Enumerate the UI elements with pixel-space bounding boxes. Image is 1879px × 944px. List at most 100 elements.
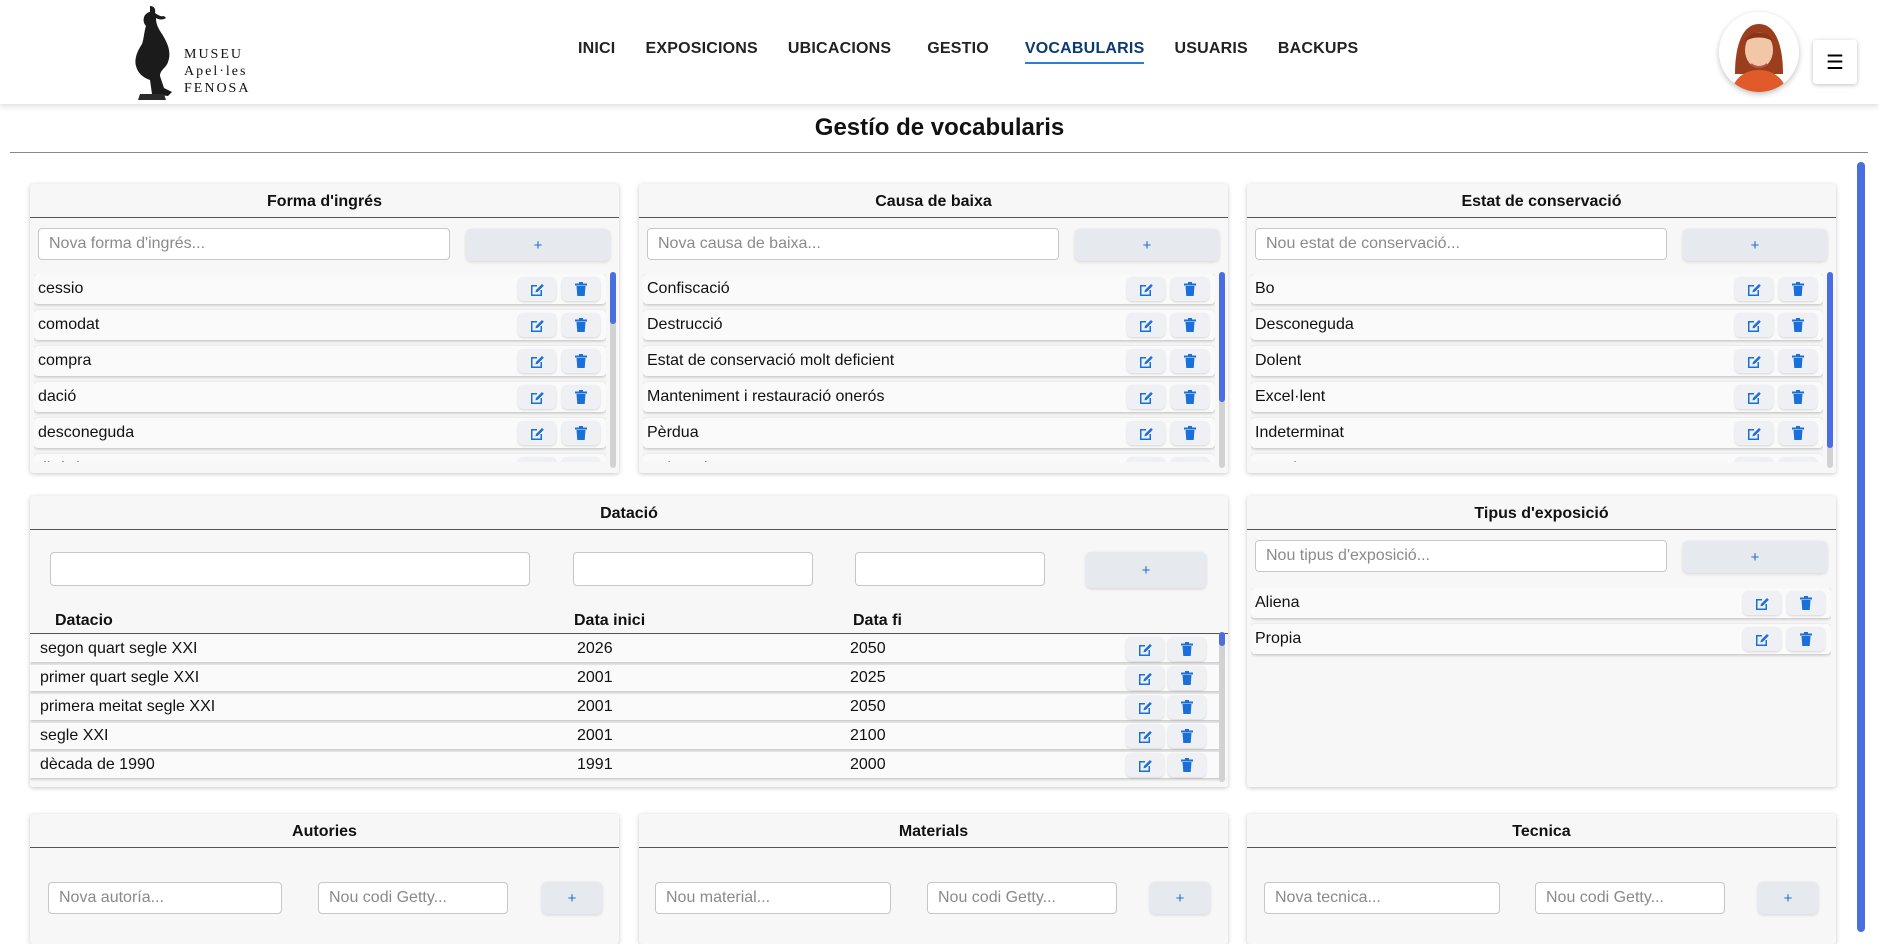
edit-button[interactable] xyxy=(1743,591,1781,615)
user-photo-icon xyxy=(1719,12,1799,92)
forma-list-scrollbar[interactable] xyxy=(610,272,616,468)
delete-button[interactable] xyxy=(1171,313,1209,337)
delete-button[interactable] xyxy=(1779,313,1817,337)
edit-button[interactable] xyxy=(1735,385,1773,409)
delete-button[interactable] xyxy=(1168,695,1206,719)
edit-button[interactable] xyxy=(1127,349,1165,373)
edit-button[interactable] xyxy=(1735,277,1773,301)
tecnica-getty-code-input[interactable] xyxy=(1535,882,1725,914)
new-forma-input[interactable] xyxy=(38,228,450,260)
delete-button[interactable] xyxy=(1779,457,1817,462)
delete-button[interactable] xyxy=(562,457,600,462)
delete-button[interactable] xyxy=(1779,349,1817,373)
delete-button[interactable] xyxy=(562,421,600,445)
trash-icon xyxy=(1800,632,1812,646)
datacio-input[interactable] xyxy=(50,552,530,586)
nav-vocabularis[interactable]: VOCABULARIS xyxy=(1024,40,1145,64)
delete-button[interactable] xyxy=(562,313,600,337)
delete-button[interactable] xyxy=(1779,421,1817,445)
edit-button[interactable] xyxy=(518,421,556,445)
delete-button[interactable] xyxy=(1787,627,1825,651)
new-material-input[interactable] xyxy=(655,882,891,914)
delete-button[interactable] xyxy=(1171,277,1209,301)
delete-button[interactable] xyxy=(1168,724,1206,748)
user-avatar[interactable] xyxy=(1719,12,1799,92)
edit-icon xyxy=(1139,731,1152,743)
edit-button[interactable] xyxy=(518,277,556,301)
edit-button[interactable] xyxy=(1735,349,1773,373)
edit-button[interactable] xyxy=(1127,385,1165,409)
nav-ubicacions[interactable]: UBICACIONS xyxy=(788,40,891,64)
material-getty-code-input[interactable] xyxy=(927,882,1117,914)
scrollbar-thumb[interactable] xyxy=(610,272,616,324)
edit-button[interactable] xyxy=(518,385,556,409)
new-autoria-input[interactable] xyxy=(48,882,282,914)
nav-gestio[interactable]: GESTIO xyxy=(927,40,989,64)
new-estat-input[interactable] xyxy=(1255,228,1667,260)
new-tecnica-input[interactable] xyxy=(1264,882,1500,914)
delete-button[interactable] xyxy=(1168,753,1206,777)
new-causa-input[interactable] xyxy=(647,228,1059,260)
edit-button[interactable] xyxy=(1126,724,1164,748)
edit-button[interactable] xyxy=(1127,313,1165,337)
autoria-getty-code-input[interactable] xyxy=(318,882,508,914)
edit-button[interactable] xyxy=(1735,421,1773,445)
datacio-scrollbar[interactable] xyxy=(1219,632,1225,782)
delete-button[interactable] xyxy=(1171,349,1209,373)
museum-logo[interactable]: MUSEU Apel·les FENOSA xyxy=(120,2,270,102)
edit-button[interactable] xyxy=(518,349,556,373)
edit-button[interactable] xyxy=(1126,695,1164,719)
nav-exposicions[interactable]: EXPOSICIONS xyxy=(645,40,757,64)
nav-backups[interactable]: BACKUPS xyxy=(1278,40,1359,64)
add-autoria-button[interactable]: + xyxy=(542,882,602,914)
edit-button[interactable] xyxy=(1735,313,1773,337)
page-scrollbar[interactable] xyxy=(1857,162,1865,932)
delete-button[interactable] xyxy=(562,277,600,301)
delete-button[interactable] xyxy=(1171,457,1209,462)
add-tecnica-button[interactable]: + xyxy=(1758,882,1818,914)
page-scrollbar-thumb[interactable] xyxy=(1857,162,1865,932)
scrollbar-thumb[interactable] xyxy=(1827,272,1833,448)
delete-button[interactable] xyxy=(1779,385,1817,409)
edit-button[interactable] xyxy=(1743,627,1781,651)
edit-button[interactable] xyxy=(1735,457,1773,462)
delete-button[interactable] xyxy=(1168,666,1206,690)
add-datacio-button[interactable]: + xyxy=(1086,552,1206,588)
delete-button[interactable] xyxy=(1171,385,1209,409)
data-inici-input[interactable] xyxy=(573,552,813,586)
panel-forma-ingres: Forma d'ingrés + cessio comodat compra daci… xyxy=(30,184,619,473)
edit-button[interactable] xyxy=(518,313,556,337)
edit-icon xyxy=(1139,673,1152,685)
add-forma-button[interactable]: + xyxy=(466,229,610,261)
edit-icon xyxy=(1139,760,1152,772)
list-item: desconeguda xyxy=(34,418,606,448)
edit-button[interactable] xyxy=(1126,753,1164,777)
scrollbar-thumb[interactable] xyxy=(1219,632,1225,646)
estat-list-scrollbar[interactable] xyxy=(1827,272,1833,468)
nav-usuaris[interactable]: USUARIS xyxy=(1174,40,1247,64)
edit-button[interactable] xyxy=(518,457,556,462)
delete-button[interactable] xyxy=(562,385,600,409)
add-tipus-button[interactable]: + xyxy=(1683,541,1827,573)
delete-button[interactable] xyxy=(1171,421,1209,445)
hamburger-menu-button[interactable]: ☰ xyxy=(1813,40,1857,84)
delete-button[interactable] xyxy=(562,349,600,373)
add-material-button[interactable]: + xyxy=(1150,882,1210,914)
edit-button[interactable] xyxy=(1127,421,1165,445)
add-estat-button[interactable]: + xyxy=(1683,229,1827,261)
nav-inici[interactable]: INICI xyxy=(578,40,615,64)
delete-button[interactable] xyxy=(1168,637,1206,661)
edit-button[interactable] xyxy=(1127,277,1165,301)
edit-button[interactable] xyxy=(1126,637,1164,661)
causa-list-scrollbar[interactable] xyxy=(1219,272,1225,468)
list-item: dipòsit xyxy=(34,454,606,462)
cell-datacio: primer quart segle XXI xyxy=(40,669,200,686)
new-tipus-input[interactable] xyxy=(1255,540,1667,572)
data-fi-input[interactable] xyxy=(855,552,1045,586)
edit-button[interactable] xyxy=(1126,666,1164,690)
delete-button[interactable] xyxy=(1779,277,1817,301)
delete-button[interactable] xyxy=(1787,591,1825,615)
add-causa-button[interactable]: + xyxy=(1075,229,1219,261)
scrollbar-thumb[interactable] xyxy=(1219,272,1225,402)
edit-button[interactable] xyxy=(1127,457,1165,462)
